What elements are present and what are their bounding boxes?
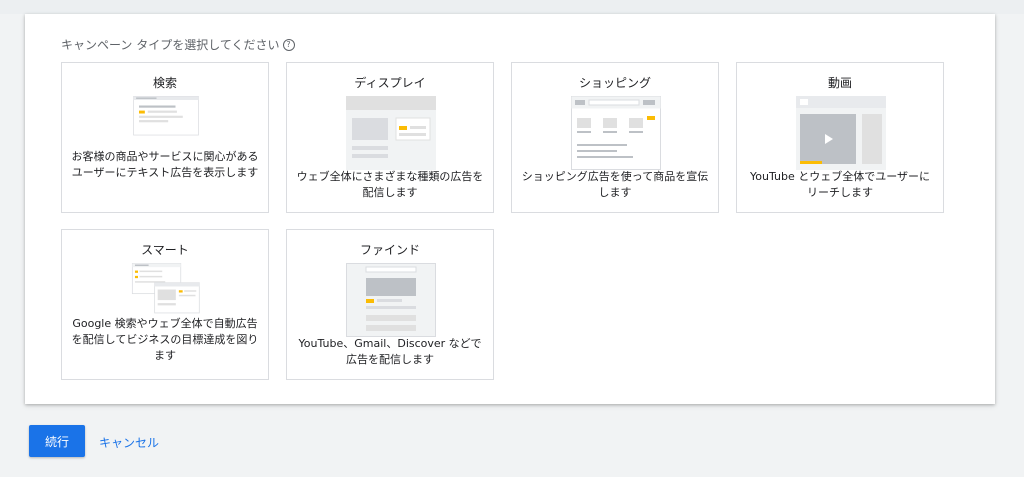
tile-title: 動画 [827, 76, 852, 90]
tile-smart[interactable]: スマート Google 検索やウェブ全体で自動広告を配信してビジネスの目標達成を… [61, 229, 269, 380]
campaign-type-card: キャンペーン タイプを選択してください ? 検索 お客様の商品やサービスに関心が… [25, 14, 995, 404]
prompt-label: キャンペーン タイプを選択してください [61, 38, 280, 52]
tile-description: YouTube、Gmail、Discover などで広告を配信します [298, 337, 482, 366]
shopping-ad-illustration-icon [571, 96, 661, 170]
search-ad-illustration-icon [133, 96, 199, 136]
continue-button[interactable]: 続行 [29, 425, 85, 457]
tile-title: ファインド [359, 243, 420, 257]
tile-description: Google 検索やウェブ全体で自動広告を配信してビジネスの目標達成を図ります [71, 317, 259, 362]
tile-description: YouTube とウェブ全体でユーザーにリーチします [749, 170, 930, 199]
help-icon[interactable]: ? [282, 38, 295, 51]
tile-discovery[interactable]: ファインド YouTube、Gmail、Discover などで広告を配信します [286, 229, 494, 380]
tile-display[interactable]: ディスプレイ ウェブ全体にさまざまな種類の広告を配信します [286, 62, 494, 213]
smart-campaign-illustration-icon [131, 263, 200, 314]
cancel-button[interactable]: キャンセル [99, 434, 159, 451]
prompt-row: キャンペーン タイプを選択してください ? [61, 36, 295, 53]
tile-video[interactable]: 動画 YouTube とウェブ全体でユーザーにリーチします [736, 62, 944, 213]
tile-title: ディスプレイ [354, 76, 426, 90]
tile-description: お客様の商品やサービスに関心があるユーザーにテキスト広告を表示します [71, 150, 259, 179]
display-ad-illustration-icon [346, 96, 436, 170]
tile-search[interactable]: 検索 お客様の商品やサービスに関心があるユーザーにテキスト広告を表示します [61, 62, 269, 213]
tile-title: ショッピング [578, 76, 651, 90]
tile-description: ショッピング広告を使って商品を宣伝します [521, 170, 709, 199]
tile-description: ウェブ全体にさまざまな種類の広告を配信します [296, 170, 484, 199]
tile-title: スマート [141, 243, 189, 257]
top-strip [0, 0, 1024, 14]
tile-shopping[interactable]: ショッピング ショッピング広告を使って商品を宣伝します [511, 62, 719, 213]
tile-title: 検索 [152, 76, 177, 90]
discovery-ad-illustration-icon [346, 263, 436, 337]
video-ad-illustration-icon [796, 96, 886, 170]
